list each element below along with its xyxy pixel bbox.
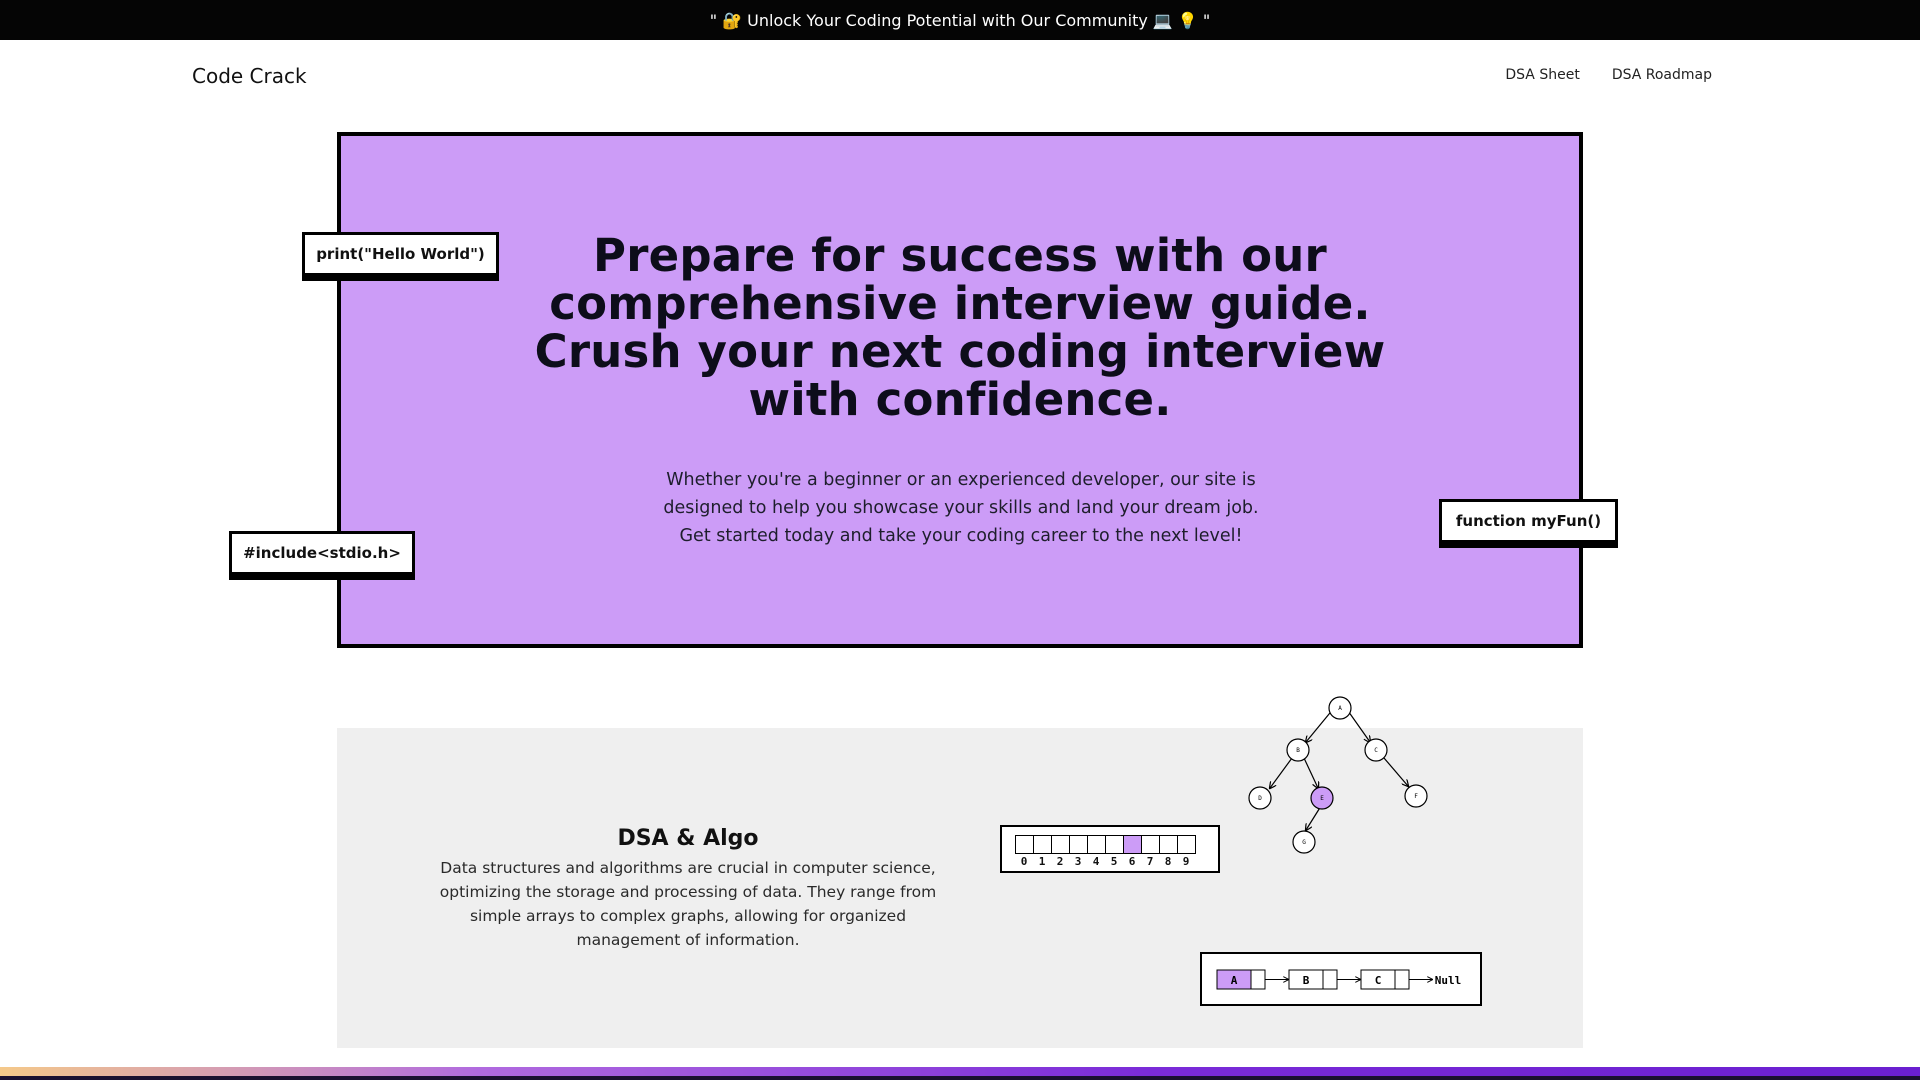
linked-list-label: A bbox=[1231, 974, 1238, 987]
array-cell bbox=[1033, 835, 1052, 854]
code-tag-function: function myFun() bbox=[1439, 499, 1618, 543]
linked-list-null-label: Null bbox=[1435, 974, 1462, 987]
array-index-label: 2 bbox=[1056, 855, 1064, 868]
dsa-title: DSA & Algo bbox=[617, 826, 759, 851]
tree-node-label: A bbox=[1338, 705, 1342, 712]
announcement-bar: " 🔐 Unlock Your Coding Potential with Ou… bbox=[0, 0, 1920, 40]
announcement-text: " 🔐 Unlock Your Coding Potential with Ou… bbox=[709, 10, 1211, 30]
hero-title: Prepare for success with our comprehensi… bbox=[534, 229, 1386, 426]
array-cell bbox=[1177, 835, 1196, 854]
array-index-label: 4 bbox=[1092, 855, 1100, 868]
array-cell bbox=[1087, 835, 1106, 854]
dsa-description: Data structures and algorithms are cruci… bbox=[439, 859, 937, 949]
array-index-label: 9 bbox=[1182, 855, 1190, 868]
code-tag-include: #include<stdio.h> bbox=[229, 531, 415, 575]
array-index-label: 1 bbox=[1038, 855, 1046, 868]
tree-node-label: G bbox=[1302, 839, 1306, 846]
tree-node-label: F bbox=[1414, 793, 1418, 800]
linked-list-label: C bbox=[1375, 974, 1382, 987]
tree-node-label: E bbox=[1320, 795, 1324, 802]
array-index-label: 7 bbox=[1146, 855, 1154, 868]
array-index-label: 5 bbox=[1110, 855, 1118, 868]
array-cell bbox=[1051, 835, 1070, 854]
bottom-gradient-bar bbox=[0, 1067, 1920, 1080]
array-cell bbox=[1069, 835, 1088, 854]
linked-list-pointer bbox=[1322, 969, 1338, 990]
array-cell bbox=[1159, 835, 1178, 854]
linked-list-svg: A B C Null bbox=[1216, 969, 1462, 990]
tree-node-label: B bbox=[1296, 747, 1300, 754]
nav-dsa-sheet[interactable]: DSA Sheet bbox=[1505, 67, 1579, 83]
tree-node-label: D bbox=[1258, 795, 1262, 802]
linked-list-pointer bbox=[1250, 969, 1266, 990]
array-cell bbox=[1015, 835, 1034, 854]
array-index-label: 3 bbox=[1074, 855, 1082, 868]
binary-tree-diagram: A B C D E F G bbox=[1248, 696, 1428, 854]
array-cell bbox=[1105, 835, 1124, 854]
hero-section: Prepare for success with our comprehensi… bbox=[337, 132, 1583, 648]
array-index-label: 0 bbox=[1020, 855, 1028, 868]
code-tag-print: print("Hello World") bbox=[302, 232, 499, 276]
brand-logo[interactable]: Code Crack bbox=[192, 64, 307, 88]
linked-list-diagram: A B C Null bbox=[1200, 952, 1482, 1006]
array-index-label: 8 bbox=[1164, 855, 1172, 868]
main-nav: DSA Sheet DSA Roadmap bbox=[1505, 67, 1712, 83]
array-index-label: 6 bbox=[1128, 855, 1136, 868]
tree-edge bbox=[1270, 757, 1293, 788]
hero-subtitle: Whether you're a beginner or an experien… bbox=[663, 470, 1259, 546]
tree-node-label: C bbox=[1374, 747, 1378, 754]
linked-list-label: B bbox=[1303, 974, 1310, 987]
tree-edge bbox=[1383, 757, 1408, 786]
array-cells bbox=[1015, 835, 1196, 854]
linked-list-pointer bbox=[1394, 969, 1410, 990]
tree-edge bbox=[1303, 757, 1318, 788]
array-indices: 0123456789 bbox=[1015, 855, 1195, 868]
array-cell bbox=[1141, 835, 1160, 854]
array-cell bbox=[1123, 835, 1142, 854]
nav-dsa-roadmap[interactable]: DSA Roadmap bbox=[1612, 67, 1712, 83]
array-diagram: 0123456789 bbox=[1000, 825, 1220, 873]
tree-edge bbox=[1306, 805, 1322, 830]
